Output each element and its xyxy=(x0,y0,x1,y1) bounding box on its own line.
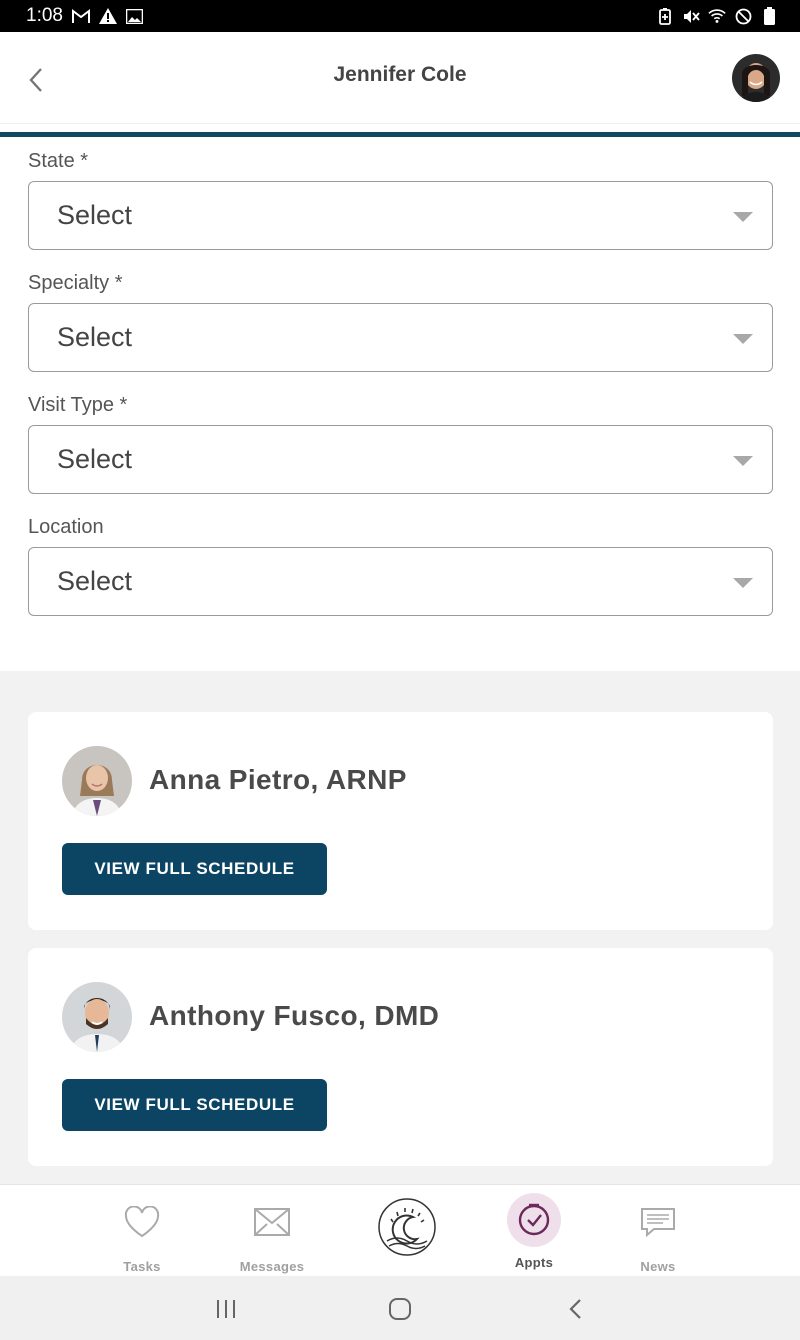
nav-tasks[interactable]: Tasks xyxy=(87,1185,197,1277)
image-icon xyxy=(126,7,144,25)
nav-tasks-label: Tasks xyxy=(123,1259,161,1274)
app-logo-icon xyxy=(377,1197,437,1257)
specialty-select[interactable]: Select xyxy=(28,303,773,372)
nav-messages[interactable]: Messages xyxy=(217,1185,327,1277)
home-icon xyxy=(389,1298,411,1320)
recent-apps-button[interactable] xyxy=(211,1294,241,1324)
location-field: Location Select xyxy=(28,516,773,616)
specialty-label: Specialty * xyxy=(28,272,123,294)
view-full-schedule-button[interactable]: VIEW FULL SCHEDULE xyxy=(62,1079,327,1131)
provider-photo xyxy=(62,982,132,1052)
status-bar: 1:08 xyxy=(0,0,800,32)
battery-saver-icon xyxy=(656,7,674,25)
location-select[interactable]: Select xyxy=(28,547,773,616)
system-back-button[interactable] xyxy=(560,1294,590,1324)
wifi-icon xyxy=(708,7,726,25)
status-time: 1:08 xyxy=(26,5,63,26)
nav-news-label: News xyxy=(640,1259,676,1274)
state-label: State * xyxy=(28,150,89,172)
visit-type-field: Visit Type * Select xyxy=(28,394,773,494)
chat-bubble-icon xyxy=(629,1193,687,1251)
header-divider xyxy=(0,132,800,137)
state-select-value: Select xyxy=(57,200,133,230)
location-select-value: Select xyxy=(57,566,133,596)
system-nav-bar xyxy=(0,1276,800,1340)
do-not-disturb-icon xyxy=(734,7,752,25)
provider-name: Anthony Fusco, DMD xyxy=(149,1000,440,1031)
battery-icon xyxy=(760,7,778,25)
page-title: Jennifer Cole xyxy=(333,62,467,86)
caret-down-icon xyxy=(733,456,753,466)
back-button[interactable] xyxy=(22,62,50,98)
clock-check-icon xyxy=(507,1193,561,1247)
app-header: Jennifer Cole xyxy=(0,32,800,124)
nav-appts-label: Appts xyxy=(514,1255,554,1270)
state-field: State * Select xyxy=(28,150,773,250)
visit-type-label: Visit Type * xyxy=(28,394,128,416)
nav-news[interactable]: News xyxy=(603,1185,713,1277)
back-icon xyxy=(569,1299,581,1319)
envelope-icon xyxy=(243,1193,301,1251)
state-select[interactable]: Select xyxy=(28,181,773,250)
bottom-nav: Tasks Messages Appts News xyxy=(0,1184,800,1276)
location-label: Location xyxy=(28,516,104,538)
visit-type-select-value: Select xyxy=(57,444,133,474)
appointment-filter-form: State * Select Specialty * Select Visit … xyxy=(28,150,773,638)
caret-down-icon xyxy=(733,212,753,222)
nav-home-logo[interactable] xyxy=(352,1185,462,1277)
view-full-schedule-button[interactable]: VIEW FULL SCHEDULE xyxy=(62,843,327,895)
home-button[interactable] xyxy=(385,1294,415,1324)
heart-icon xyxy=(113,1193,171,1251)
gmail-icon xyxy=(71,7,90,25)
nav-appts[interactable]: Appts xyxy=(479,1185,589,1277)
specialty-field: Specialty * Select xyxy=(28,272,773,372)
visit-type-select[interactable]: Select xyxy=(28,425,773,494)
provider-list: Anna Pietro, ARNP VIEW FULL SCHEDULE Ant… xyxy=(0,671,800,1184)
provider-name: Anna Pietro, ARNP xyxy=(149,764,407,795)
caret-down-icon xyxy=(733,578,753,588)
provider-card: Anthony Fusco, DMD VIEW FULL SCHEDULE xyxy=(28,948,773,1166)
provider-photo xyxy=(62,746,132,816)
nav-messages-label: Messages xyxy=(239,1259,305,1274)
vibrate-mute-icon xyxy=(682,7,700,25)
chevron-left-icon xyxy=(29,68,42,92)
recent-apps-icon xyxy=(217,1300,235,1318)
warning-icon xyxy=(98,7,117,25)
provider-card: Anna Pietro, ARNP VIEW FULL SCHEDULE xyxy=(28,712,773,930)
specialty-select-value: Select xyxy=(57,322,133,352)
caret-down-icon xyxy=(733,334,753,344)
user-avatar[interactable] xyxy=(732,54,780,102)
